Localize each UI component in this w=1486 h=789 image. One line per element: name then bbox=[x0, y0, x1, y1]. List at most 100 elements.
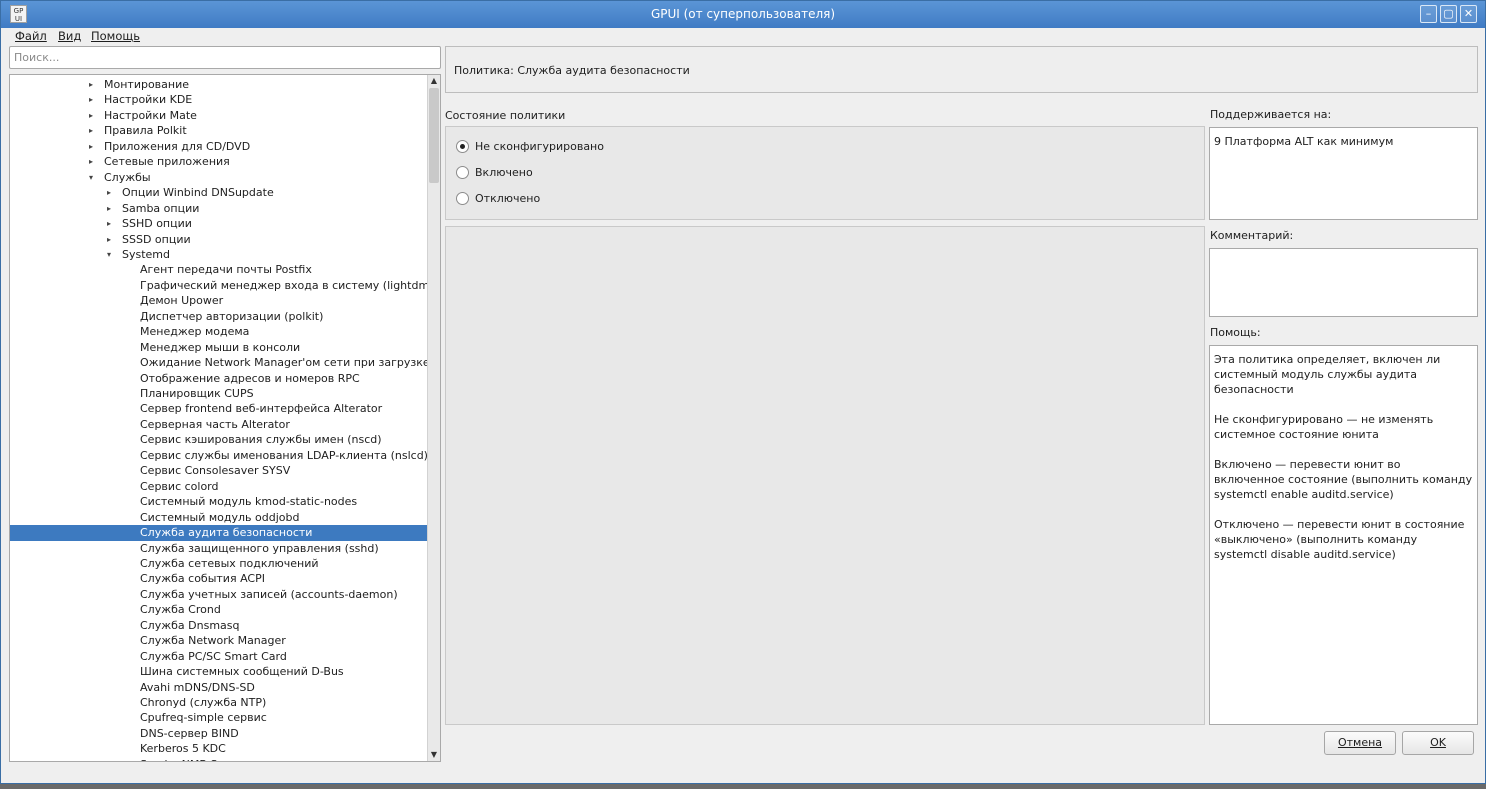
policy-options-area bbox=[445, 226, 1205, 725]
expand-right-icon[interactable]: ▸ bbox=[107, 216, 111, 231]
tree-item[interactable]: ▸ Настройки Mate bbox=[10, 108, 427, 124]
tree-item[interactable]: ▸ Монтирование bbox=[10, 77, 427, 93]
expand-right-icon[interactable]: ▸ bbox=[89, 77, 93, 92]
tree-item[interactable]: ▸ Приложения для CD/DVD bbox=[10, 139, 427, 155]
expand-right-icon[interactable]: ▸ bbox=[89, 123, 93, 138]
help-paragraph: Включено — перевести юнит во включенное … bbox=[1214, 458, 1473, 501]
cancel-button[interactable]: Отмена bbox=[1324, 731, 1396, 755]
radio-indicator[interactable] bbox=[456, 166, 469, 179]
comment-label: Комментарий: bbox=[1210, 229, 1294, 242]
tree-item[interactable]: Samba NMB Server bbox=[10, 757, 427, 761]
cancel-label: Отмена bbox=[1337, 736, 1383, 749]
tree-item[interactable]: Системный модуль kmod-static-nodes bbox=[10, 494, 427, 510]
tree-item[interactable]: Служба аудита безопасности bbox=[10, 525, 427, 541]
tree-item[interactable]: ▸ Правила Polkit bbox=[10, 123, 427, 139]
tree-item-label: Агент передачи почты Postfix bbox=[140, 263, 312, 277]
tree-item-label: Системный модуль oddjobd bbox=[140, 510, 300, 524]
tree-item[interactable]: ▸ Опции Winbind DNSupdate bbox=[10, 185, 427, 201]
tree-item[interactable]: Служба Crond bbox=[10, 602, 427, 618]
ok-button[interactable]: OK bbox=[1402, 731, 1474, 755]
expand-right-icon[interactable]: ▸ bbox=[89, 154, 93, 169]
radio-label: Отключено bbox=[475, 192, 541, 205]
tree-item-label: Служба Crond bbox=[140, 603, 221, 617]
tree-item[interactable]: ▸ Настройки KDE bbox=[10, 92, 427, 108]
tree-item[interactable]: Служба сетевых подключений bbox=[10, 556, 427, 572]
tree-item-label: Настройки KDE bbox=[104, 93, 193, 107]
tree-item[interactable]: Системный модуль oddjobd bbox=[10, 510, 427, 526]
tree-item[interactable]: ▸ SSHD опции bbox=[10, 216, 427, 232]
tree-item[interactable]: Агент передачи почты Postfix bbox=[10, 262, 427, 278]
tree-item[interactable]: Отображение адресов и номеров RPC bbox=[10, 371, 427, 387]
menu-help[interactable]: Помощь bbox=[91, 28, 140, 44]
tree-item-label: Avahi mDNS/DNS-SD bbox=[140, 680, 255, 694]
radio-indicator[interactable] bbox=[456, 140, 469, 153]
tree-item[interactable]: Менеджер модема bbox=[10, 324, 427, 340]
tree-item-label: SSSD опции bbox=[122, 232, 191, 246]
radio-indicator[interactable] bbox=[456, 192, 469, 205]
tree-item[interactable]: Сервер frontend веб-интерфейса Alterator bbox=[10, 401, 427, 417]
tree-item[interactable]: Служба учетных записей (accounts-daemon) bbox=[10, 587, 427, 603]
tree-item-label: Шина системных сообщений D-Bus bbox=[140, 665, 344, 679]
expand-right-icon[interactable]: ▸ bbox=[107, 201, 111, 216]
tree-item-label: Служба Network Manager bbox=[140, 634, 286, 648]
tree-item[interactable]: ▸ Samba опции bbox=[10, 201, 427, 217]
title-bar[interactable]: GP UI GPUI (от суперпользователя) – ▢ ✕ bbox=[1, 1, 1485, 28]
supported-on-label: Поддерживается на: bbox=[1210, 108, 1332, 121]
radio-label: Не сконфигурировано bbox=[475, 140, 604, 153]
tree-item[interactable]: Сервис Consolesaver SYSV bbox=[10, 463, 427, 479]
app-icon: GP UI bbox=[10, 5, 27, 23]
expand-right-icon[interactable]: ▸ bbox=[107, 232, 111, 247]
tree-item[interactable]: Служба Dnsmasq bbox=[10, 618, 427, 634]
tree-item[interactable]: DNS-сервер BIND bbox=[10, 726, 427, 742]
tree-scrollbar[interactable]: ▲ ▼ bbox=[427, 75, 440, 761]
tree-item[interactable]: Avahi mDNS/DNS-SD bbox=[10, 680, 427, 696]
tree-item[interactable]: Cpufreq-simple сервис bbox=[10, 710, 427, 726]
help-paragraph: Отключено — перевести юнит в состояние «… bbox=[1214, 518, 1465, 561]
tree-item[interactable]: Chronyd (служба NTP) bbox=[10, 695, 427, 711]
expand-right-icon[interactable]: ▸ bbox=[89, 92, 93, 107]
tree-item[interactable]: Служба Network Manager bbox=[10, 633, 427, 649]
tree-item-label: Приложения для CD/DVD bbox=[104, 139, 251, 153]
maximize-button[interactable]: ▢ bbox=[1440, 5, 1457, 23]
scroll-thumb[interactable] bbox=[429, 88, 439, 183]
tree-item[interactable]: ▾ Службы bbox=[10, 170, 427, 186]
tree-item-label: Служба учетных записей (accounts-daemon) bbox=[140, 587, 398, 601]
tree-item[interactable]: ▾ Systemd bbox=[10, 247, 427, 263]
tree-item[interactable]: Серверная часть Alterator bbox=[10, 417, 427, 433]
tree-item[interactable]: Планировщик CUPS bbox=[10, 386, 427, 402]
search-input[interactable] bbox=[9, 46, 441, 69]
scroll-down-icon[interactable]: ▼ bbox=[428, 749, 440, 761]
policy-state-label: Состояние политики bbox=[445, 109, 566, 122]
tree-item[interactable]: ▸ SSSD опции bbox=[10, 232, 427, 248]
tree-item[interactable]: Демон Upower bbox=[10, 293, 427, 309]
close-button[interactable]: ✕ bbox=[1460, 5, 1477, 23]
tree-item[interactable]: Служба события ACPI bbox=[10, 571, 427, 587]
expand-right-icon[interactable]: ▸ bbox=[107, 185, 111, 200]
menu-view[interactable]: Вид bbox=[58, 28, 81, 44]
tree-item[interactable]: Сервис службы именования LDAP-клиента (n… bbox=[10, 448, 428, 464]
tree-item[interactable]: Графический менеджер входа в систему (li… bbox=[10, 278, 433, 294]
expand-down-icon[interactable]: ▾ bbox=[107, 247, 111, 262]
tree-item[interactable]: Ожидание Network Manager'ом сети при заг… bbox=[10, 355, 430, 371]
minimize-button[interactable]: – bbox=[1420, 5, 1437, 23]
tree-item[interactable]: Kerberos 5 KDC bbox=[10, 741, 427, 757]
tree-item[interactable]: Служба защищенного управления (sshd) bbox=[10, 541, 427, 557]
scroll-up-icon[interactable]: ▲ bbox=[428, 75, 440, 87]
expand-right-icon[interactable]: ▸ bbox=[89, 139, 93, 154]
tree-item-label: Сервис службы именования LDAP-клиента (n… bbox=[140, 448, 428, 462]
expand-down-icon[interactable]: ▾ bbox=[89, 170, 93, 185]
tree-item-label: Ожидание Network Manager'ом сети при заг… bbox=[140, 356, 430, 370]
tree-item[interactable]: Диспетчер авторизации (polkit) bbox=[10, 309, 427, 325]
tree-item[interactable]: Служба PC/SC Smart Card bbox=[10, 649, 427, 665]
supported-on-field: 9 Платформа ALT как минимум bbox=[1209, 127, 1478, 220]
tree-item[interactable]: Сервис кэширования службы имен (nscd) bbox=[10, 432, 427, 448]
tree-item[interactable]: Сервис colord bbox=[10, 479, 427, 495]
menu-file[interactable]: Файл bbox=[15, 28, 47, 44]
tree-item-label: Сервис кэширования службы имен (nscd) bbox=[140, 433, 382, 447]
tree-item[interactable]: Менеджер мыши в консоли bbox=[10, 340, 427, 356]
comment-field[interactable] bbox=[1209, 248, 1478, 317]
tree-item[interactable]: ▸ Сетевые приложения bbox=[10, 154, 427, 170]
policy-tree[interactable]: Samba NMB ServerKerberos 5 KDC DNS-сервер… bbox=[9, 74, 441, 762]
tree-item[interactable]: Шина системных сообщений D-Bus bbox=[10, 664, 427, 680]
expand-right-icon[interactable]: ▸ bbox=[89, 108, 93, 123]
